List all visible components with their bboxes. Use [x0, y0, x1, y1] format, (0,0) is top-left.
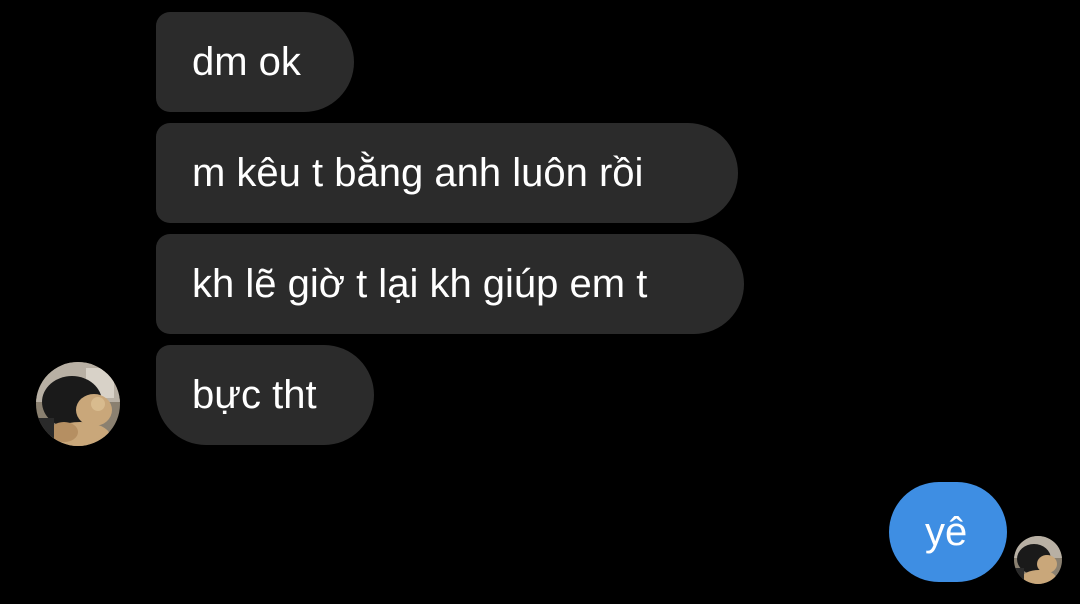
- read-receipt-avatar: [1014, 536, 1062, 584]
- message-bubble-incoming[interactable]: bực tht: [156, 345, 374, 445]
- contact-avatar[interactable]: [36, 362, 120, 446]
- message-text: bực tht: [192, 373, 317, 417]
- message-bubble-outgoing[interactable]: yê: [889, 482, 1007, 582]
- message-text: kh lẽ giờ t lại kh giúp em t: [192, 262, 648, 306]
- message-text: yê: [925, 510, 968, 554]
- message-bubble-incoming[interactable]: kh lẽ giờ t lại kh giúp em t: [156, 234, 744, 334]
- message-text: dm ok: [192, 40, 301, 84]
- avatar-photo-icon: [1014, 536, 1062, 584]
- avatar-photo-icon: [36, 362, 120, 446]
- message-bubble-incoming[interactable]: m kêu t bằng anh luôn rồi: [156, 123, 738, 223]
- message-text: m kêu t bằng anh luôn rồi: [192, 151, 644, 195]
- message-bubble-incoming[interactable]: dm ok: [156, 12, 354, 112]
